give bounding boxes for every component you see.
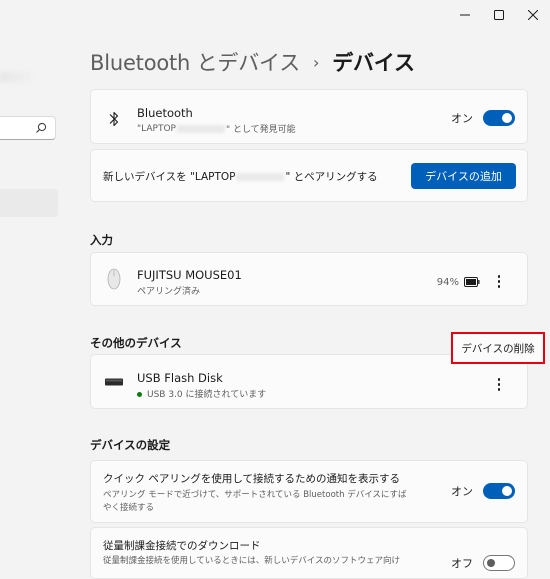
close-button[interactable] — [516, 0, 550, 30]
swift-pair-description-line1: ペアリング モードで近づけて、サポートされている Bluetooth デバイスに… — [103, 490, 407, 500]
other-devices-section-title: その他のデバイス — [90, 336, 182, 350]
window-controls — [448, 0, 550, 30]
bluetooth-icon — [109, 111, 119, 127]
maximize-button[interactable] — [482, 0, 516, 30]
pairing-text: 新しいデバイスを "LAPTOP " とペアリングする — [103, 169, 378, 184]
close-icon — [528, 10, 538, 20]
swift-pair-toggle-group: オン — [451, 483, 515, 499]
usb-drive-icon — [105, 378, 123, 386]
bluetooth-toggle-label: オン — [451, 112, 473, 125]
sidebar — [0, 0, 68, 567]
search-icon — [36, 122, 47, 133]
device-settings-section-title: デバイスの設定 — [90, 438, 171, 452]
minimize-button[interactable] — [448, 0, 482, 30]
mouse-battery-level: 94% — [436, 277, 459, 288]
battery-icon — [464, 277, 480, 287]
bluetooth-discoverable-text: "LAPTOP " として発見可能 — [137, 122, 296, 136]
pairing-prefix: 新しいデバイスを "LAPTOP — [103, 171, 236, 183]
breadcrumb-separator: › — [313, 52, 320, 72]
user-account-blurred — [0, 72, 32, 82]
pairing-suffix: " とペアリングする — [285, 171, 378, 183]
usb-device-status: USB 3.0 に接続されています — [137, 387, 266, 400]
mouse-device-status: ペアリング済み — [137, 287, 201, 297]
metered-download-title: 従量制課金接続でのダウンロード — [103, 540, 261, 552]
metered-download-toggle-label: オフ — [451, 557, 473, 570]
metered-download-toggle[interactable] — [483, 555, 515, 571]
usb-device-name: USB Flash Disk — [137, 371, 223, 385]
add-device-button[interactable]: デバイスの追加 — [411, 163, 516, 189]
breadcrumb-parent[interactable]: Bluetooth とデバイス — [90, 47, 300, 77]
swift-pair-toggle[interactable] — [483, 483, 515, 499]
metered-download-description: 従量制課金接続を使用しているときには、新しいデバイスのソフトウェア向け — [103, 556, 400, 566]
swift-pair-title: クイック ペアリングを使用して接続するための通知を表示する — [103, 473, 401, 485]
metered-download-card: 従量制課金接続でのダウンロード 従量制課金接続を使用しているときには、新しいデバ… — [90, 527, 528, 579]
bluetooth-title: Bluetooth — [137, 106, 193, 120]
redacted-device-name — [176, 124, 225, 133]
input-section-title: 入力 — [90, 233, 113, 247]
bluetooth-card: Bluetooth "LAPTOP " として発見可能 オン — [90, 89, 528, 144]
mouse-device-name: FUJITSU MOUSE01 — [137, 268, 242, 282]
mouse-device-card[interactable]: FUJITSU MOUSE01 ペアリング済み 94% — [90, 252, 528, 306]
discoverable-suffix: " として発見可能 — [225, 125, 296, 135]
usb-status-text: USB 3.0 に接続されています — [147, 390, 267, 400]
mouse-icon — [107, 268, 121, 290]
discoverable-prefix: "LAPTOP — [137, 123, 176, 134]
minimize-icon — [460, 14, 470, 16]
redacted-device-name — [236, 172, 285, 181]
swift-pair-card: クイック ペアリングを使用して接続するための通知を表示する ペアリング モードで… — [90, 460, 528, 523]
maximize-icon — [494, 10, 504, 20]
page-title: デバイス — [332, 51, 415, 75]
settings-search-input[interactable] — [0, 116, 56, 140]
bluetooth-toggle[interactable] — [483, 110, 515, 126]
connected-status-dot — [137, 392, 142, 397]
pairing-card: 新しいデバイスを "LAPTOP " とペアリングする デバイスの追加 — [90, 149, 528, 202]
swift-pair-description-line2: やく接続する — [103, 503, 155, 513]
remove-device-menu-item[interactable]: デバイスの削除 — [451, 332, 545, 364]
breadcrumb: Bluetooth とデバイス › デバイス — [90, 45, 415, 79]
swift-pair-toggle-label: オン — [451, 485, 473, 498]
metered-download-toggle-group: オフ — [451, 555, 515, 571]
usb-more-options-button[interactable] — [497, 378, 501, 393]
sidebar-item-selected[interactable] — [0, 189, 58, 217]
mouse-more-options-button[interactable] — [497, 275, 501, 290]
bluetooth-toggle-group: オン — [451, 110, 515, 126]
